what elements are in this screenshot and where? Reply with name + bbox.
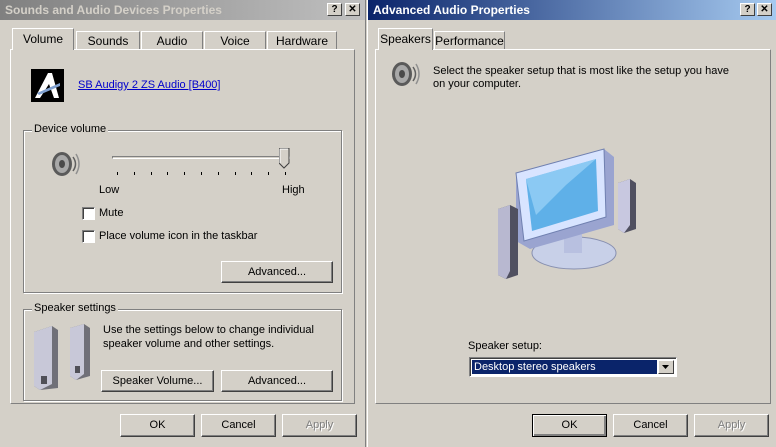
volume-tick bbox=[184, 172, 185, 175]
tab-performance[interactable]: Performance bbox=[434, 31, 505, 50]
speaker-advanced-button[interactable]: Advanced... bbox=[221, 370, 333, 392]
advanced-audio-properties-window: Advanced Audio Properties ? ✕ Speakers P… bbox=[367, 0, 776, 447]
ok-button[interactable]: OK bbox=[120, 414, 195, 437]
device-advanced-button[interactable]: Advanced... bbox=[221, 261, 333, 283]
tab-audio[interactable]: Audio bbox=[141, 31, 203, 50]
volume-tick bbox=[235, 172, 236, 175]
speaker-volume-icon bbox=[48, 148, 80, 183]
speaker-icon bbox=[388, 58, 420, 93]
volume-tick bbox=[117, 172, 118, 175]
close-button[interactable]: ✕ bbox=[757, 3, 772, 16]
speaker-setup-label: Speaker setup: bbox=[468, 340, 542, 352]
volume-slider-thumb[interactable] bbox=[278, 147, 290, 169]
device-volume-label: Device volume bbox=[32, 123, 109, 135]
close-button[interactable]: ✕ bbox=[345, 3, 360, 16]
device-link[interactable]: SB Audigy 2 ZS Audio [B400] bbox=[78, 79, 220, 91]
tab-voice[interactable]: Voice bbox=[204, 31, 266, 50]
speaker-description-line1: Use the settings below to change individ… bbox=[103, 324, 314, 336]
speaker-setup-select[interactable]: Desktop stereo speakers bbox=[469, 357, 677, 377]
speakers-icon bbox=[32, 322, 94, 395]
mute-label: Mute bbox=[99, 207, 124, 219]
low-label: Low bbox=[99, 184, 120, 196]
speaker-description-line2: speaker volume and other settings. bbox=[103, 338, 275, 350]
ok-button[interactable]: OK bbox=[532, 414, 607, 437]
title-bar[interactable]: Advanced Audio Properties bbox=[368, 0, 776, 20]
speaker-settings-label: Speaker settings bbox=[32, 302, 118, 314]
place-icon-label: Place volume icon in the taskbar bbox=[99, 230, 258, 242]
volume-tick bbox=[201, 172, 202, 175]
volume-tick bbox=[268, 172, 269, 175]
volume-tick bbox=[134, 172, 135, 175]
volume-tick bbox=[285, 172, 286, 175]
high-label: High bbox=[282, 184, 305, 196]
audigy-logo-icon bbox=[31, 69, 64, 102]
tab-hardware[interactable]: Hardware bbox=[267, 31, 337, 50]
tab-volume[interactable]: Volume bbox=[12, 28, 74, 50]
help-button[interactable]: ? bbox=[740, 3, 755, 16]
sounds-audio-properties-window: Sounds and Audio Devices Properties ? ✕ … bbox=[0, 0, 366, 447]
description-line2: on your computer. bbox=[433, 78, 522, 90]
cancel-button[interactable]: Cancel bbox=[201, 414, 276, 437]
title-bar[interactable]: Sounds and Audio Devices Properties bbox=[0, 0, 365, 20]
window-title: Sounds and Audio Devices Properties bbox=[5, 3, 222, 17]
mute-checkbox[interactable] bbox=[82, 207, 95, 220]
chevron-down-icon[interactable] bbox=[658, 360, 674, 374]
tab-speakers[interactable]: Speakers bbox=[378, 28, 433, 50]
volume-tick bbox=[151, 172, 152, 175]
volume-slider-track bbox=[112, 156, 290, 159]
speaker-setup-value: Desktop stereo speakers bbox=[472, 360, 657, 374]
volume-tick bbox=[167, 172, 168, 175]
speaker-volume-button[interactable]: Speaker Volume... bbox=[101, 370, 214, 392]
volume-tick bbox=[218, 172, 219, 175]
cancel-button[interactable]: Cancel bbox=[613, 414, 688, 437]
desktop-stereo-speakers-icon bbox=[496, 145, 646, 283]
help-button[interactable]: ? bbox=[327, 3, 342, 16]
apply-button[interactable]: Apply bbox=[282, 414, 357, 437]
volume-tick bbox=[251, 172, 252, 175]
apply-button[interactable]: Apply bbox=[694, 414, 769, 437]
window-title: Advanced Audio Properties bbox=[373, 3, 530, 17]
tab-sounds[interactable]: Sounds bbox=[76, 31, 140, 50]
description-line1: Select the speaker setup that is most li… bbox=[433, 65, 729, 77]
place-icon-checkbox[interactable] bbox=[82, 230, 95, 243]
